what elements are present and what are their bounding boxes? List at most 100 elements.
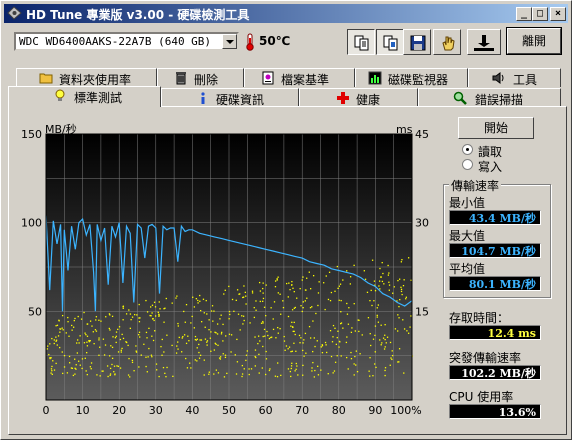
access-time-point: [222, 323, 224, 326]
access-time-point: [47, 345, 49, 347]
access-time-point: [283, 340, 286, 342]
eject-button[interactable]: [467, 29, 501, 55]
tab-label: 檔案基準: [281, 73, 330, 87]
monitor-chart-icon: [368, 71, 382, 85]
access-time-point: [86, 345, 89, 347]
access-time-point: [274, 375, 277, 377]
access-time-point: [185, 357, 187, 360]
close-button[interactable]: ×: [550, 7, 566, 21]
access-time-point: [71, 324, 73, 327]
tab-erase[interactable]: 刪除: [157, 68, 244, 87]
access-time-point: [208, 373, 210, 375]
access-time-point: [332, 324, 335, 327]
access-time-point: [109, 373, 112, 375]
access-time-point: [388, 289, 390, 291]
access-time-point: [220, 333, 223, 335]
options-button[interactable]: [433, 29, 461, 55]
access-time-point: [245, 295, 247, 297]
access-time-point: [372, 375, 374, 377]
access-time-point: [353, 264, 355, 267]
minimize-button[interactable]: _: [516, 7, 532, 21]
access-time-point: [171, 302, 173, 304]
access-time-point: [293, 290, 295, 293]
access-time-point: [382, 337, 385, 339]
access-time-point: [292, 287, 294, 289]
access-time-point: [79, 335, 81, 337]
access-time-point: [305, 352, 307, 354]
access-time-point: [363, 270, 365, 272]
access-time-point: [134, 313, 136, 316]
access-time-point: [376, 307, 378, 309]
access-time-point: [383, 283, 385, 285]
access-time-point: [152, 318, 154, 320]
copy-text-button[interactable]: [347, 29, 375, 55]
access-time-point: [320, 369, 322, 371]
tab-folder-usage[interactable]: 資料夾使用率: [16, 68, 157, 87]
access-time-point: [128, 309, 130, 311]
access-time-point: [120, 349, 122, 351]
access-time-point: [376, 316, 378, 318]
access-time-point: [49, 343, 51, 345]
access-time-point: [272, 318, 274, 320]
copy-screenshot-button[interactable]: [376, 29, 404, 55]
access-time-point: [262, 320, 264, 323]
tab-drive-info[interactable]: 硬碟資訊: [161, 88, 299, 107]
access-time-point: [334, 327, 336, 329]
access-time-point: [86, 341, 88, 343]
tab-label: 刪除: [194, 73, 219, 87]
health-cross-icon: [337, 92, 349, 104]
access-time-point: [209, 337, 212, 339]
access-time-point: [108, 327, 110, 330]
access-time-point: [314, 369, 316, 372]
save-button[interactable]: [403, 29, 431, 55]
access-time-point: [320, 346, 322, 348]
access-time-point: [329, 330, 332, 332]
access-time-point: [316, 340, 318, 342]
tab-file-benchmark[interactable]: 檔案基準: [244, 68, 355, 87]
access-time-point: [302, 349, 304, 352]
access-time-point: [219, 318, 221, 320]
access-time-point: [66, 372, 69, 374]
access-time-point: [243, 319, 245, 322]
max-value: 104.7 MB/秒: [449, 243, 541, 258]
access-time-point: [50, 357, 52, 359]
access-time-point: [154, 330, 156, 332]
access-time-point: [99, 375, 101, 377]
access-time-point: [263, 306, 266, 308]
access-time-point: [268, 337, 271, 340]
tab-error-scan[interactable]: 錯誤掃描: [418, 88, 561, 107]
tab-tools[interactable]: 工具: [468, 68, 561, 87]
start-button[interactable]: 開始: [458, 117, 534, 139]
exit-button[interactable]: 離開: [506, 27, 562, 55]
access-time-point: [160, 345, 162, 348]
access-time-point: [73, 319, 75, 322]
access-time-point: [203, 359, 205, 361]
access-time-point: [193, 306, 196, 308]
access-time-point: [378, 280, 381, 282]
access-time-point: [327, 298, 330, 301]
access-time-point: [300, 305, 302, 307]
access-time-point: [380, 344, 382, 346]
access-time-point: [196, 347, 198, 349]
access-time-point: [190, 367, 192, 369]
access-time-point: [223, 376, 226, 378]
y-right-tick-label: 15: [415, 305, 429, 318]
access-time-point: [86, 323, 88, 325]
maximize-button[interactable]: □: [532, 7, 548, 21]
access-time-point: [177, 341, 179, 343]
access-time-point: [175, 297, 177, 299]
tab-disk-monitor[interactable]: 磁碟監視器: [355, 68, 468, 87]
access-time-point: [139, 317, 141, 319]
access-time-point: [346, 302, 348, 305]
access-time-point: [177, 322, 179, 325]
access-time-point: [109, 374, 111, 377]
access-time-point: [384, 367, 387, 369]
drive-select[interactable]: WDC WD6400AAKS-22A7B (640 GB): [14, 32, 239, 51]
disk-eject-icon: [474, 35, 494, 51]
tab-health[interactable]: 健康: [299, 88, 418, 107]
chevron-down-icon[interactable]: [222, 34, 237, 49]
access-time-point: [359, 353, 361, 355]
title-bar[interactable]: HD Tune 專業版 v3.00 - 硬碟檢測工具 _ □ ×: [4, 4, 568, 23]
tab-benchmark[interactable]: 標準測試: [8, 86, 161, 107]
access-time-point: [88, 340, 90, 342]
